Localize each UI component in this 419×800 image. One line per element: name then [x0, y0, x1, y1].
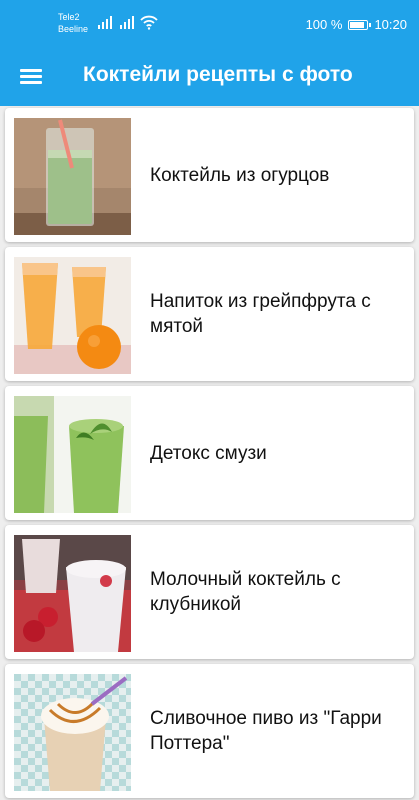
clock: 10:20 [374, 17, 407, 32]
recipe-photo [14, 118, 131, 235]
carrier-2: Beeline [58, 24, 89, 34]
battery-percent: 100 % [305, 17, 343, 32]
recipe-title: Напиток из грейпфрута с мятой [150, 291, 371, 337]
recipe-card-grapefruit-drink[interactable]: Напиток из грейпфрута с мятой [5, 247, 414, 381]
recipe-photo [14, 396, 131, 513]
carrier-names: Tele2 Beeline [58, 11, 88, 35]
battery-fill [350, 21, 365, 28]
recipe-card-butterbeer[interactable]: Сливочное пиво из "Гарри Поттера" [5, 664, 414, 798]
signal-icon [98, 15, 114, 29]
carrier-1: Tele2 [58, 12, 80, 22]
recipe-card-detox-smoothie[interactable]: Детокс смузи [5, 386, 414, 520]
recipe-card-milkshake-strawberry[interactable]: Молочный коктейль с клубникой [5, 525, 414, 659]
recipe-photo [14, 535, 131, 652]
status-bar: Tele2 Beeline 100 % 10:20 [0, 0, 419, 46]
signal-icon [120, 15, 136, 29]
app-bar: Коктейли рецепты с фото [0, 46, 419, 106]
wifi-icon [140, 15, 158, 30]
hamburger-menu-icon[interactable] [18, 65, 44, 87]
recipe-photo [14, 674, 131, 791]
recipe-title: Коктейль из огурцов [150, 164, 330, 186]
page-title: Коктейли рецепты с фото [83, 63, 353, 86]
recipe-card-cucumber-cocktail[interactable]: Коктейль из огурцов [5, 108, 414, 242]
recipe-photo [14, 257, 131, 374]
recipe-title: Молочный коктейль с клубникой [150, 569, 341, 615]
status-right: 100 % 10:20 [306, 17, 407, 32]
recipe-title: Детокс смузи [150, 442, 267, 464]
recipe-title: Сливочное пиво из "Гарри Поттера" [150, 708, 382, 754]
battery-icon [348, 19, 372, 30]
